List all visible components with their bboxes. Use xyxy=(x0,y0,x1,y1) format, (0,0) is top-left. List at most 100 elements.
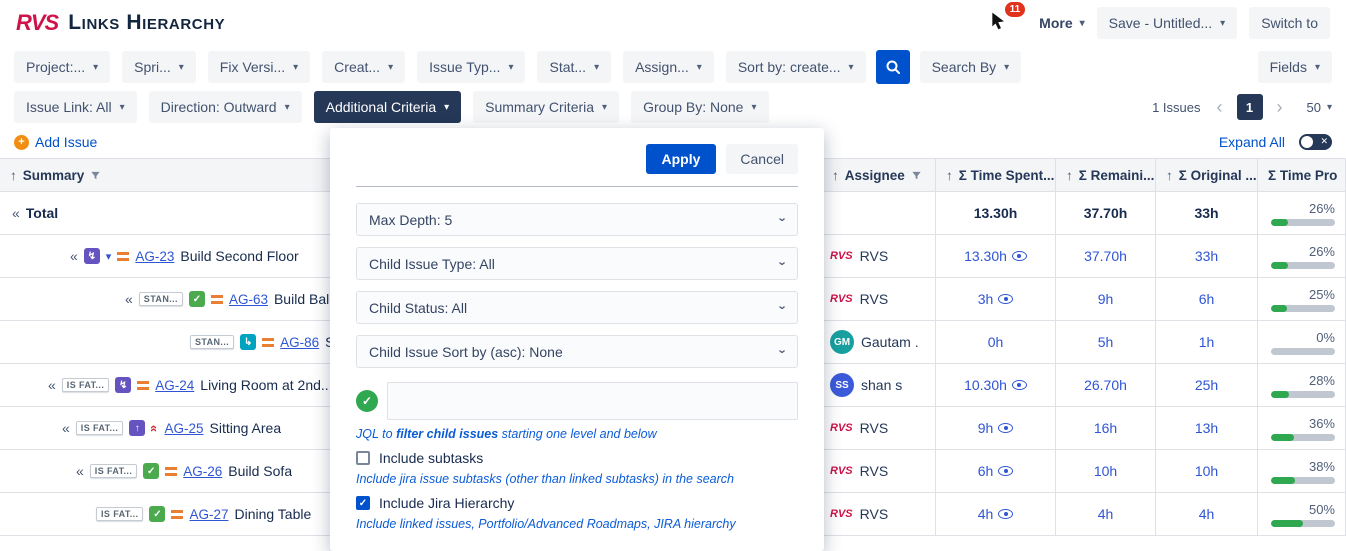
column-header-progress[interactable]: Σ Time Pro xyxy=(1258,159,1346,191)
time-spent-value: 13.30h xyxy=(964,248,1007,264)
issue-key-link[interactable]: AG-24 xyxy=(155,378,194,393)
time-spent-cell: 0h xyxy=(936,321,1056,363)
eye-icon[interactable] xyxy=(1012,380,1027,390)
issue-key-link[interactable]: AG-26 xyxy=(183,464,222,479)
collapse-icon[interactable]: « xyxy=(62,420,70,436)
assignee-cell: RVS RVS xyxy=(822,493,936,535)
search-by-dropdown[interactable]: Search By ▾ xyxy=(920,51,1022,83)
remaining-cell: 37.70h xyxy=(1056,192,1156,234)
original-value: 6h xyxy=(1199,291,1215,307)
issue-key-link[interactable]: AG-25 xyxy=(164,421,203,436)
filter-dropdown-1[interactable]: Spri... ▾ xyxy=(122,51,196,83)
previous-page-icon[interactable]: ‹ xyxy=(1213,98,1227,116)
remaining-value: 37.70h xyxy=(1084,248,1127,264)
criteria-dropdown-1[interactable]: Direction: Outward ▾ xyxy=(149,91,302,123)
eye-icon[interactable] xyxy=(998,423,1013,433)
popup-dropdown[interactable]: Child Issue Sort by (asc): None › xyxy=(356,335,798,368)
page-size-dropdown[interactable]: 50 ▾ xyxy=(1307,100,1333,115)
chevron-down-icon: ▾ xyxy=(751,102,756,113)
include-subtasks-checkbox[interactable]: Include subtasks xyxy=(356,450,798,466)
popup-dropdown[interactable]: Child Issue Type: All › xyxy=(356,247,798,280)
eye-icon[interactable] xyxy=(1012,251,1027,261)
remaining-value: 9h xyxy=(1098,291,1114,307)
add-issue-button[interactable]: + Add Issue xyxy=(14,134,97,150)
filter-dropdown-5[interactable]: Stat... ▾ xyxy=(537,51,611,83)
filter-dropdown-2[interactable]: Fix Versi... ▾ xyxy=(208,51,310,83)
progress-fill xyxy=(1271,391,1289,398)
dropdown-label: Stat... xyxy=(549,59,586,75)
issue-key-link[interactable]: AG-23 xyxy=(135,249,174,264)
jql-input[interactable] xyxy=(387,382,798,420)
cancel-button[interactable]: Cancel xyxy=(726,144,798,174)
criteria-dropdown-4[interactable]: Group By: None ▾ xyxy=(631,91,768,123)
time-spent-value: 4h xyxy=(978,506,994,522)
filter-dropdown-7[interactable]: Sort by: create... ▾ xyxy=(726,51,866,83)
checkbox-icon[interactable] xyxy=(356,496,370,510)
column-header-original[interactable]: ↑ Σ Original ... xyxy=(1156,159,1258,191)
more-button[interactable]: More ▾ xyxy=(1039,15,1084,31)
expand-all-link[interactable]: Expand All xyxy=(1219,134,1285,150)
popup-dropdown[interactable]: Max Depth: 5 › xyxy=(356,203,798,236)
chevron-down-icon: ▾ xyxy=(594,62,599,73)
search-icon xyxy=(885,59,901,75)
save-dropdown[interactable]: Save - Untitled... ▾ xyxy=(1097,7,1238,39)
criteria-dropdown-2[interactable]: Additional Criteria ▾ xyxy=(314,91,462,123)
collapse-icon[interactable]: « xyxy=(70,248,78,264)
apply-button[interactable]: Apply xyxy=(646,144,717,174)
original-cell: 4h xyxy=(1156,493,1258,535)
progress-percent: 28% xyxy=(1309,373,1335,388)
progress-bar xyxy=(1271,391,1335,398)
switch-to-button[interactable]: Switch to xyxy=(1249,7,1330,39)
eye-icon[interactable] xyxy=(998,294,1013,304)
search-button[interactable] xyxy=(876,50,910,84)
assignee-avatar: RVS xyxy=(830,422,853,434)
time-progress-cell: 0% xyxy=(1258,321,1346,363)
include-jira-hierarchy-checkbox[interactable]: Include Jira Hierarchy xyxy=(356,495,798,511)
column-header-spent[interactable]: ↑ Σ Time Spent... xyxy=(936,159,1056,191)
progress-percent: 50% xyxy=(1309,502,1335,517)
checkbox-icon[interactable] xyxy=(356,451,370,465)
popup-dropdown[interactable]: Child Status: All › xyxy=(356,291,798,324)
issue-key-link[interactable]: AG-63 xyxy=(229,292,268,307)
filter-dropdown-0[interactable]: Project:... ▾ xyxy=(14,51,110,83)
chevron-down-icon: ▾ xyxy=(1004,62,1009,73)
chevron-down-icon: › xyxy=(775,305,790,309)
criteria-filters: Issue Link: All ▾ Direction: Outward ▾ A… xyxy=(14,91,769,123)
toggle-knob xyxy=(1301,136,1313,148)
criteria-dropdown-3[interactable]: Summary Criteria ▾ xyxy=(473,91,619,123)
issue-key-link[interactable]: AG-86 xyxy=(280,335,319,350)
eye-icon[interactable] xyxy=(998,509,1013,519)
chevron-down-icon: ▾ xyxy=(179,62,184,73)
collapse-icon[interactable]: « xyxy=(125,291,133,307)
collapse-icon[interactable]: « xyxy=(12,205,20,221)
next-page-icon[interactable]: › xyxy=(1273,98,1287,116)
filter-icon[interactable] xyxy=(90,170,101,181)
column-label: Assignee xyxy=(845,168,905,183)
eye-icon[interactable] xyxy=(998,466,1013,476)
filter-dropdown-6[interactable]: Assign... ▾ xyxy=(623,51,714,83)
expand-caret-icon[interactable]: ▾ xyxy=(106,250,112,263)
progress-percent: 38% xyxy=(1309,459,1335,474)
jql-hint-bold: filter child issues xyxy=(396,427,498,441)
include-jira-hierarchy-label: Include Jira Hierarchy xyxy=(379,495,514,511)
current-page[interactable]: 1 xyxy=(1237,94,1263,120)
fields-dropdown[interactable]: Fields ▾ xyxy=(1258,51,1332,83)
filter-dropdown-3[interactable]: Creat... ▾ xyxy=(322,51,405,83)
filter-dropdown-4[interactable]: Issue Typ... ▾ xyxy=(417,51,525,83)
criteria-dropdown-0[interactable]: Issue Link: All ▾ xyxy=(14,91,137,123)
collapse-icon[interactable]: « xyxy=(48,377,56,393)
dropdown-label: Issue Link: All xyxy=(26,99,112,115)
filter-icon[interactable] xyxy=(911,170,922,181)
column-header-assignee[interactable]: ↑ Assignee xyxy=(822,159,936,191)
medium-priority-icon xyxy=(137,381,149,390)
expand-all-toggle[interactable]: ✕ xyxy=(1299,134,1332,150)
issue-key-link[interactable]: AG-27 xyxy=(189,507,228,522)
chevron-down-icon: ▾ xyxy=(697,62,702,73)
dropdown-label: Group By: None xyxy=(643,99,743,115)
collapse-icon[interactable]: « xyxy=(76,463,84,479)
time-progress-cell: 26% xyxy=(1258,192,1346,234)
column-header-remaining[interactable]: ↑ Σ Remaini... xyxy=(1056,159,1156,191)
link-type-badge: IS FAT... xyxy=(76,421,123,435)
jql-valid-check-icon: ✓ xyxy=(356,390,378,412)
dropdown-label: Summary Criteria xyxy=(485,99,594,115)
